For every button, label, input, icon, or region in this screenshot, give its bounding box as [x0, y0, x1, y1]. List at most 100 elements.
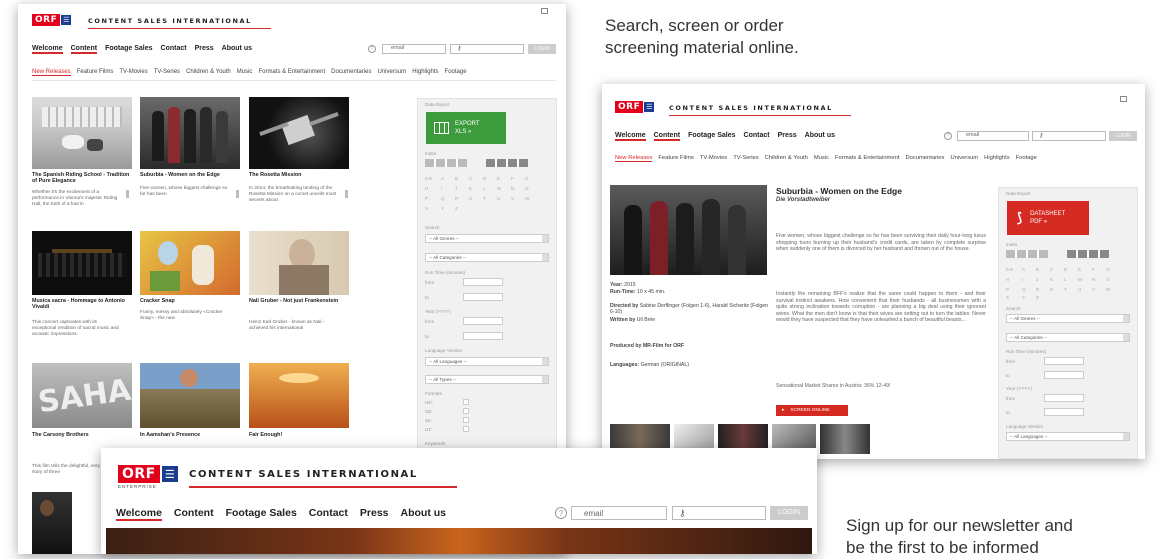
screen-online-button[interactable]: ▸ SCREEN ONLINE — [776, 405, 848, 416]
login-button[interactable]: LOGIN — [1109, 131, 1137, 141]
subnav-music[interactable]: Music — [237, 69, 253, 76]
grid-title[interactable]: The Spanish Riding School - Tradition of… — [32, 172, 132, 184]
nav-content[interactable]: Content — [653, 132, 681, 141]
nav-content[interactable]: Content — [70, 45, 98, 54]
subnav-universum[interactable]: Universum — [950, 155, 978, 162]
category-select[interactable]: -- All Categories -- — [425, 253, 549, 262]
help-icon[interactable]: ? — [555, 507, 567, 519]
4k-checkbox[interactable] — [463, 417, 469, 423]
subnav-universum[interactable]: Universum — [378, 69, 407, 76]
thumb-rosetta[interactable] — [249, 97, 349, 169]
thumb-aamshan[interactable] — [140, 363, 240, 428]
subnav-highlights[interactable]: Highlights — [412, 69, 438, 76]
thumb-fair-enough[interactable] — [249, 363, 349, 428]
nav-footage-sales[interactable]: Footage Sales — [226, 507, 297, 521]
nav-contact[interactable]: Contact — [744, 132, 770, 141]
ut-checkbox[interactable] — [463, 426, 469, 432]
subnav-documentaries[interactable]: Documentaries — [905, 155, 944, 162]
genre-select[interactable]: -- All Genres -- — [425, 234, 549, 243]
subnav-tv-series[interactable]: TV-Series — [154, 69, 180, 76]
thumb-spanish-riding-school[interactable] — [32, 97, 132, 169]
subnav-feature-films[interactable]: Feature Films — [658, 155, 693, 162]
nav-press[interactable]: Press — [360, 507, 389, 521]
type-select[interactable]: -- All Types -- — [425, 375, 549, 384]
thumb-suburbia[interactable] — [140, 97, 240, 169]
subnav-formats[interactable]: Formats & Entertainment — [835, 155, 899, 162]
thumb-cracker-snap[interactable] — [140, 231, 240, 295]
subnav-feature-films[interactable]: Feature Films — [77, 69, 114, 76]
runtime-to-field[interactable] — [463, 293, 503, 301]
sd-checkbox[interactable] — [463, 408, 469, 414]
still-5[interactable] — [820, 424, 870, 454]
subnav-children[interactable]: Children & Youth — [765, 155, 808, 162]
subnav-footage[interactable]: Footage — [445, 69, 467, 76]
subnav-music[interactable]: Music — [814, 155, 829, 162]
subnav-highlights[interactable]: Highlights — [984, 155, 1009, 162]
nav-contact[interactable]: Contact — [161, 45, 187, 54]
subnav-new-releases[interactable]: New Releases — [615, 155, 653, 162]
hd-checkbox[interactable] — [463, 399, 469, 405]
nav-welcome[interactable]: Welcome — [32, 45, 63, 54]
sort-toggles[interactable] — [1067, 250, 1109, 258]
subnav-tv-movies[interactable]: TV-Movies — [700, 155, 727, 162]
nav-footage-sales[interactable]: Footage Sales — [105, 45, 152, 54]
subnav-footage[interactable]: Footage — [1016, 155, 1037, 162]
runtime-from-field[interactable] — [463, 278, 503, 286]
grid-title[interactable]: Fair Enough! — [249, 432, 349, 438]
thumb-extra[interactable] — [32, 492, 72, 554]
sort-toggles[interactable] — [486, 159, 528, 167]
thumb-nali-gruber[interactable] — [249, 231, 349, 295]
print-icon[interactable] — [541, 8, 548, 14]
language-select[interactable]: -- All Languages -- — [425, 357, 549, 366]
export-xls-button[interactable]: EXPORT XLS » — [426, 112, 506, 144]
year-from-field[interactable] — [1044, 394, 1084, 402]
print-icon[interactable] — [1120, 96, 1127, 102]
password-field[interactable]: ⚷ — [1032, 131, 1106, 141]
login-button[interactable]: LOGIN — [528, 44, 556, 54]
year-from-field[interactable] — [463, 317, 503, 325]
grid-title[interactable]: Nali Gruber - Not just Frankenstein — [249, 298, 349, 304]
runtime-from-field[interactable] — [1044, 357, 1084, 365]
password-field[interactable]: ⚷ — [450, 44, 524, 54]
nav-press[interactable]: Press — [195, 45, 214, 54]
year-to-field[interactable] — [463, 332, 503, 340]
thumb-carsony-brothers[interactable]: SAHA — [32, 363, 132, 428]
nav-about[interactable]: About us — [805, 132, 835, 141]
email-field[interactable]: email — [382, 44, 446, 54]
nav-press[interactable]: Press — [778, 132, 797, 141]
genre-select[interactable]: -- All Genres -- — [1006, 314, 1130, 323]
login-button[interactable]: LOGIN — [770, 506, 808, 520]
nav-about[interactable]: About us — [401, 507, 447, 521]
nav-about[interactable]: About us — [222, 45, 252, 54]
subnav-documentaries[interactable]: Documentaries — [331, 69, 371, 76]
nav-welcome[interactable]: Welcome — [116, 507, 162, 521]
nav-welcome[interactable]: Welcome — [615, 132, 646, 141]
nav-content[interactable]: Content — [174, 507, 214, 521]
year-to-field[interactable] — [1044, 408, 1084, 416]
datasheet-pdf-button[interactable]: ⟆ DATASHEET PDF » — [1007, 201, 1089, 235]
subnav-tv-series[interactable]: TV-Series — [733, 155, 758, 162]
grid-title[interactable]: The Carsony Brothers — [32, 432, 132, 438]
help-icon[interactable]: ? — [944, 132, 952, 140]
category-select[interactable]: -- All Categories -- — [1006, 333, 1130, 342]
email-field[interactable]: email — [571, 506, 667, 520]
grid-title[interactable]: Cracker Snap — [140, 298, 240, 304]
grid-title[interactable]: Suburbia - Women on the Edge — [140, 172, 240, 178]
nav-contact[interactable]: Contact — [309, 507, 348, 521]
view-toggles[interactable] — [1006, 250, 1048, 258]
view-toggles[interactable] — [425, 159, 467, 167]
runtime-to-field[interactable] — [1044, 371, 1084, 379]
subnav-children[interactable]: Children & Youth — [186, 69, 231, 76]
subnav-new-releases[interactable]: New Releases — [32, 69, 71, 76]
thumb-musica-sacra[interactable] — [32, 231, 132, 295]
grid-title[interactable]: Musica sacra - Hommage to Antonio Vivald… — [32, 298, 132, 310]
email-field[interactable]: email — [957, 131, 1029, 141]
nav-footage-sales[interactable]: Footage Sales — [688, 132, 735, 141]
grid-title[interactable]: The Rosetta Mission — [249, 172, 349, 178]
language-select[interactable]: -- All Languages -- — [1006, 432, 1130, 441]
password-field[interactable]: ⚷ — [672, 506, 766, 520]
subnav-formats[interactable]: Formats & Entertainment — [258, 69, 325, 76]
subnav-tv-movies[interactable]: TV-Movies — [119, 69, 147, 76]
grid-title[interactable]: In Aamshan's Presence — [140, 432, 240, 438]
help-icon[interactable]: ? — [368, 45, 376, 53]
